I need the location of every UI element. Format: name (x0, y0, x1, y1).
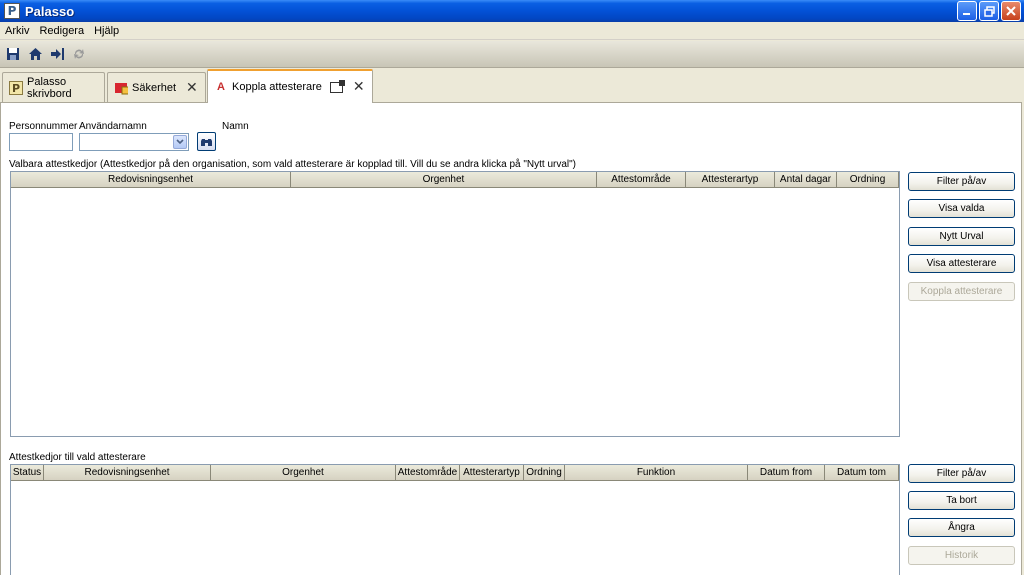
chevron-down-icon (176, 139, 184, 145)
personnummer-input[interactable] (9, 133, 73, 151)
close-window-button[interactable] (1001, 1, 1021, 21)
column-header[interactable]: Redovisningsenhet (11, 172, 291, 188)
bottom-filter-button[interactable]: Filter på/av (908, 464, 1015, 483)
window-title: Palasso (25, 3, 75, 19)
column-header[interactable]: Antal dagar (775, 172, 837, 188)
visa-valda-button[interactable]: Visa valda (908, 199, 1015, 218)
menu-bar: Arkiv Redigera Hjälp (0, 22, 1024, 40)
attest-icon: A (217, 81, 225, 93)
column-header[interactable]: Orgenhet (291, 172, 597, 188)
top-filter-button[interactable]: Filter på/av (908, 172, 1015, 191)
minimize-icon (963, 13, 970, 15)
column-header[interactable]: Funktion (565, 465, 748, 481)
palasso-app-icon: P (4, 3, 20, 19)
tab-sakerhet[interactable]: Säkerhet ✕ (107, 72, 206, 103)
restore-icon (983, 5, 995, 17)
column-header[interactable]: Ordning (524, 465, 565, 481)
historik-button[interactable]: Historik (908, 546, 1015, 565)
column-header[interactable]: Attestområde (597, 172, 686, 188)
personnummer-label: Personnummer (9, 121, 78, 132)
tab-koppla-attesterare[interactable]: A Koppla attesterare ✕ (207, 69, 373, 103)
namn-label: Namn (222, 121, 249, 132)
anvandarnamn-label: Användarnamn (79, 121, 147, 132)
menu-redigera[interactable]: Redigera (34, 25, 89, 37)
security-icon (114, 81, 128, 95)
column-header[interactable]: Ordning (837, 172, 899, 188)
ta-bort-button[interactable]: Ta bort (908, 491, 1015, 510)
home-icon[interactable] (26, 45, 44, 63)
tab-close-icon[interactable]: ✕ (186, 80, 198, 96)
column-header[interactable]: Redovisningsenhet (44, 465, 211, 481)
close-icon (1006, 6, 1016, 16)
tab-label: Säkerhet (132, 82, 177, 94)
column-header[interactable]: Attesterartyp (460, 465, 524, 481)
tab-strip: P Palasso skrivbord Säkerhet ✕ A Koppla … (0, 68, 1024, 103)
search-person-button[interactable] (197, 132, 216, 151)
visa-attesterare-button[interactable]: Visa attesterare (908, 254, 1015, 273)
nytt-urval-button[interactable]: Nytt Urval (908, 227, 1015, 246)
column-header[interactable]: Attesterartyp (686, 172, 775, 188)
tab-label: Palasso skrivbord (27, 76, 72, 100)
top-grid-title: Valbara attestkedjor (Attestkedjor på de… (9, 159, 577, 170)
column-header[interactable]: Orgenhet (211, 465, 396, 481)
svg-text:P: P (12, 82, 20, 95)
toolbar (0, 41, 1024, 68)
content-panel: Personnummer Användarnamn Namn Valbara a… (0, 102, 1022, 575)
menu-arkiv[interactable]: Arkiv (0, 25, 34, 37)
refresh-icon (70, 45, 88, 63)
column-header[interactable]: Datum from (748, 465, 825, 481)
binoculars-icon (201, 138, 212, 146)
tab-palasso-skrivbord[interactable]: P Palasso skrivbord (2, 72, 105, 103)
grid-header: Status Redovisningsenhet Orgenhet Attest… (11, 465, 899, 481)
bottom-grid-title: Attestkedjor till vald attesterare (9, 452, 146, 463)
menu-hjalp[interactable]: Hjälp (89, 25, 124, 37)
tab-close-icon[interactable]: ✕ (353, 79, 365, 95)
angra-button[interactable]: Ångra (908, 518, 1015, 537)
valbara-attestkedjor-grid[interactable]: Redovisningsenhet Orgenhet Attestområde … (10, 171, 900, 437)
detach-icon[interactable] (329, 79, 345, 93)
palasso-icon: P (9, 81, 23, 95)
attestkedjor-vald-grid[interactable]: Status Redovisningsenhet Orgenhet Attest… (10, 464, 900, 575)
restore-button[interactable] (979, 1, 999, 21)
combo-dropdown-button[interactable] (173, 135, 187, 149)
column-header[interactable]: Status (11, 465, 44, 481)
save-icon[interactable] (4, 45, 22, 63)
koppla-attesterare-button[interactable]: Koppla attesterare (908, 282, 1015, 301)
anvandarnamn-combo[interactable] (79, 133, 189, 151)
grid-header: Redovisningsenhet Orgenhet Attestområde … (11, 172, 899, 188)
exit-icon[interactable] (48, 45, 66, 63)
column-header[interactable]: Attestområde (396, 465, 460, 481)
minimize-button[interactable] (957, 1, 977, 21)
title-bar: P Palasso (0, 0, 1024, 22)
tab-label: Koppla attesterare (232, 81, 322, 93)
column-header[interactable]: Datum tom (825, 465, 899, 481)
